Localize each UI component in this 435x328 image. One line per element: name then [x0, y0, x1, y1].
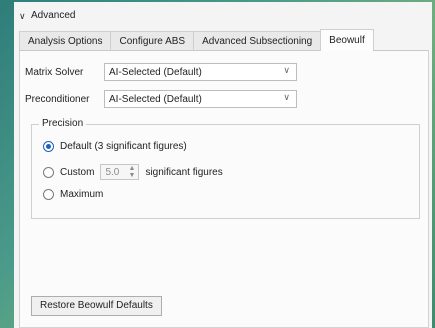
precision-maximum-option[interactable]: Maximum [43, 189, 103, 200]
tab-analysis-options[interactable]: Analysis Options [19, 31, 112, 50]
matrix-solver-select[interactable]: AI-Selected (Default) ∨ [104, 63, 297, 81]
tab-bar: Analysis Options Configure ABS Advanced … [19, 29, 429, 51]
precision-default-radio[interactable] [43, 141, 54, 152]
custom-figures-suffix: significant figures [145, 166, 223, 178]
options-panel: ∨ Advanced Analysis Options Configure AB… [14, 2, 432, 328]
tab-advanced-subsectioning[interactable]: Advanced Subsectioning [193, 31, 322, 50]
stepper-arrows-icon[interactable]: ▲ ▼ [129, 165, 136, 179]
preconditioner-select[interactable]: AI-Selected (Default) ∨ [104, 90, 297, 108]
chevron-down-icon[interactable]: ∨ [283, 65, 290, 76]
custom-figures-stepper[interactable]: 5.0 ▲ ▼ [100, 164, 140, 180]
precision-custom-label: Custom [60, 166, 95, 178]
section-header-advanced[interactable]: ∨ Advanced [19, 10, 75, 21]
precision-maximum-label: Maximum [60, 189, 104, 200]
tab-content-beowulf: Matrix Solver AI-Selected (Default) ∨ Pr… [19, 51, 429, 328]
preconditioner-label: Preconditioner [25, 93, 90, 105]
chevron-down-icon[interactable]: ∨ [19, 11, 29, 21]
precision-default-option[interactable]: Default (3 significant figures) [43, 141, 187, 152]
precision-maximum-radio[interactable] [43, 189, 54, 200]
section-title: Advanced [31, 10, 76, 21]
restore-beowulf-defaults-button[interactable]: Restore Beowulf Defaults [31, 296, 162, 316]
preconditioner-row: Preconditioner AI-Selected (Default) ∨ [25, 90, 297, 108]
precision-custom-radio[interactable] [43, 166, 54, 178]
preconditioner-value: AI-Selected (Default) [109, 93, 202, 105]
matrix-solver-value: AI-Selected (Default) [109, 66, 202, 78]
precision-group: Precision Default (3 significant figures… [31, 118, 420, 219]
precision-default-label: Default (3 significant figures) [60, 141, 187, 152]
matrix-solver-label: Matrix Solver [25, 66, 84, 78]
tab-beowulf[interactable]: Beowulf [320, 29, 374, 51]
precision-group-title: Precision [39, 118, 87, 129]
precision-custom-option[interactable]: Custom 5.0 ▲ ▼ significant figures [43, 164, 223, 180]
chevron-down-icon[interactable]: ∨ [283, 92, 290, 103]
matrix-solver-row: Matrix Solver AI-Selected (Default) ∨ [25, 63, 297, 81]
custom-figures-value: 5.0 [105, 166, 120, 178]
tab-configure-abs[interactable]: Configure ABS [110, 31, 195, 50]
